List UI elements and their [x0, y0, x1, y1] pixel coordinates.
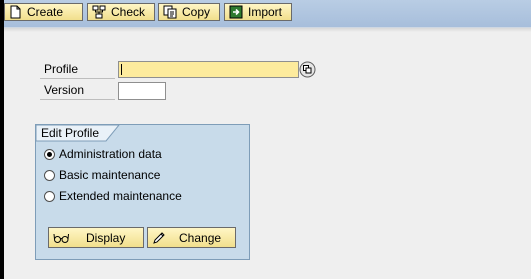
radio-administration-data-label: Administration data — [59, 147, 162, 161]
display-button[interactable]: Display — [48, 227, 144, 248]
radio-administration-data[interactable]: Administration data — [44, 146, 162, 162]
copy-button[interactable]: Copy — [158, 3, 220, 21]
radio-extended-maintenance[interactable]: Extended maintenance — [44, 188, 182, 204]
glasses-icon — [53, 233, 69, 243]
radio-selected-icon[interactable] — [44, 148, 55, 160]
edit-profile-title-tab: Edit Profile — [36, 125, 120, 142]
version-label: Version — [40, 82, 115, 100]
display-button-label: Display — [86, 231, 126, 245]
change-button[interactable]: Change — [147, 227, 236, 248]
copy-button-label: Copy — [182, 5, 211, 19]
version-input[interactable] — [118, 82, 166, 100]
import-button[interactable]: Import — [224, 3, 292, 21]
check-button[interactable]: Check — [87, 3, 155, 21]
create-button-label: Create — [27, 5, 64, 19]
check-button-label: Check — [111, 5, 146, 19]
pencil-icon — [153, 232, 165, 244]
possible-entries-icon[interactable] — [299, 61, 316, 78]
change-button-label: Change — [179, 231, 222, 245]
profile-input[interactable] — [118, 61, 299, 78]
application-toolbar: Create Check Copy Import — [0, 0, 531, 28]
window-left-edge — [0, 0, 4, 279]
import-button-label: Import — [248, 5, 283, 19]
radio-basic-maintenance-label: Basic maintenance — [59, 168, 161, 182]
radio-basic-maintenance[interactable]: Basic maintenance — [44, 167, 160, 183]
new-document-icon — [10, 5, 21, 19]
radio-unselected-icon[interactable] — [44, 190, 55, 202]
profile-label: Profile — [40, 61, 115, 79]
create-button[interactable]: Create — [4, 3, 83, 21]
edit-profile-title: Edit Profile — [41, 126, 100, 140]
check-hierarchy-icon — [92, 5, 106, 19]
radio-extended-maintenance-label: Extended maintenance — [59, 189, 182, 203]
edit-profile-groupbox: Edit Profile Administration data Basic m… — [35, 124, 250, 260]
toolbar-shadow — [4, 28, 531, 32]
radio-unselected-icon[interactable] — [44, 169, 55, 181]
copy-icon — [163, 5, 177, 19]
main-window: Create Check Copy Import Profile Version… — [0, 0, 531, 279]
import-icon — [229, 5, 243, 19]
text-cursor — [121, 64, 122, 75]
